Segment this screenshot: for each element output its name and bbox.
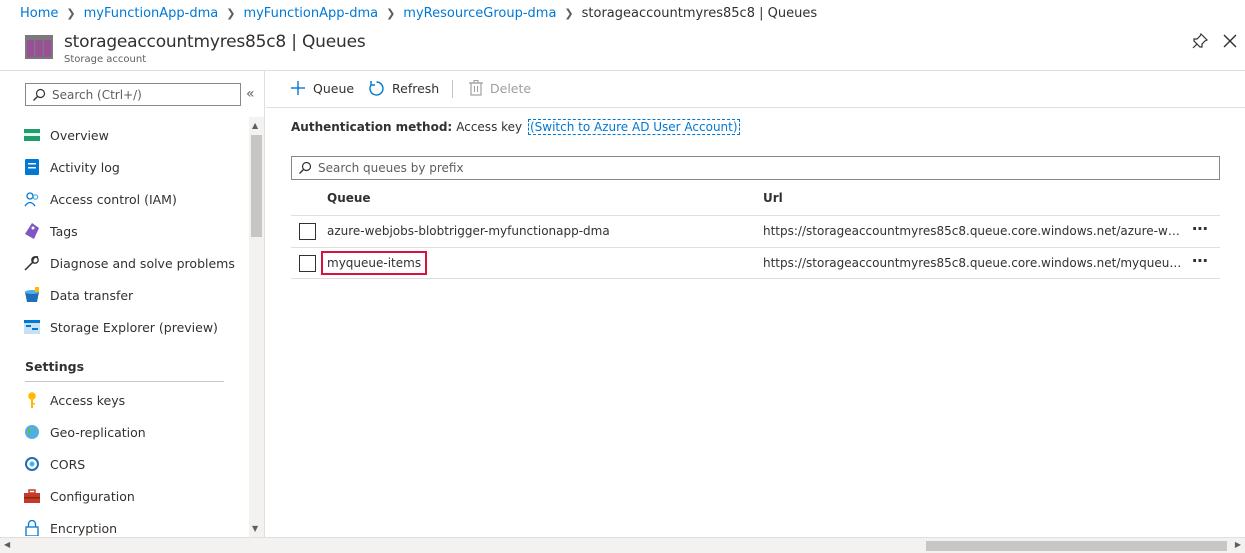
divider	[25, 381, 224, 382]
sidebar-item-label: Storage Explorer (preview)	[50, 319, 218, 335]
sidebar-item-label: Access keys	[50, 392, 126, 408]
breadcrumb-current: storageaccountmyres85c8 | Queues	[581, 5, 818, 21]
sidebar-item-cors[interactable]: CORS	[0, 449, 246, 479]
sidebar-item-access-keys[interactable]: Access keys	[0, 385, 246, 415]
sidebar-item-label: Geo-replication	[50, 424, 146, 440]
table-row[interactable]: myqueue-items https://storageaccountmyre…	[291, 247, 1220, 279]
queue-search[interactable]	[291, 156, 1220, 180]
storage-account-icon	[25, 35, 53, 59]
wrench-icon	[24, 255, 40, 271]
sidebar-item-label: Configuration	[50, 488, 135, 504]
breadcrumb: Home ❯ myFunctionApp-dma ❯ myFunctionApp…	[0, 0, 1245, 26]
breadcrumb-function-app[interactable]: myFunctionApp-dma	[84, 6, 219, 21]
scroll-down-icon[interactable]: ▼	[252, 524, 258, 533]
search-icon	[33, 88, 46, 101]
add-queue-button[interactable]: Queue	[290, 80, 354, 96]
auth-method-value: Access key	[456, 120, 523, 134]
row-checkbox[interactable]	[299, 223, 316, 240]
sidebar-item-label: Activity log	[50, 159, 120, 175]
queue-url: https://storageaccountmyres85c8.queue.co…	[763, 256, 1187, 270]
refresh-label: Refresh	[392, 81, 440, 96]
breadcrumb-home[interactable]: Home	[20, 6, 58, 21]
lock-icon	[24, 520, 40, 536]
sidebar-item-label: Data transfer	[50, 287, 134, 303]
sidebar-item-activity-log[interactable]: Activity log	[0, 152, 246, 182]
add-queue-label: Queue	[313, 80, 355, 96]
sidebar-item-encryption[interactable]: Encryption	[0, 513, 246, 537]
sidebar-item-label: Tags	[50, 223, 78, 239]
page-subtitle: Storage account	[64, 54, 147, 65]
refresh-icon	[369, 81, 384, 96]
pin-icon[interactable]	[1191, 32, 1209, 50]
auth-method: Authentication method: Access key (Switch…	[291, 119, 740, 135]
refresh-button[interactable]: Refresh	[368, 80, 439, 97]
explorer-icon	[24, 319, 40, 335]
more-options-icon[interactable]: ⋯	[1192, 251, 1209, 270]
globe-icon	[24, 424, 40, 440]
section-settings-heading: Settings	[25, 359, 85, 374]
command-bar: Queue Refresh Delete	[266, 71, 1245, 108]
sidebar-item-configuration[interactable]: Configuration	[0, 481, 246, 511]
scroll-up-icon[interactable]: ▲	[252, 121, 258, 130]
table-row[interactable]: azure-webjobs-blobtrigger-myfunctionapp-…	[291, 215, 1220, 247]
sidebar-item-label: Diagnose and solve problems	[50, 255, 235, 271]
scrollbar-thumb[interactable]	[926, 541, 1227, 551]
breadcrumb-resource-group[interactable]: myResourceGroup-dma	[403, 6, 556, 21]
menu-search[interactable]	[25, 83, 241, 106]
trash-icon	[469, 80, 483, 96]
queue-name-highlighted[interactable]: myqueue-items	[321, 251, 428, 275]
delete-button[interactable]: Delete	[469, 80, 531, 96]
activity-log-icon	[24, 159, 40, 175]
switch-auth-link[interactable]: (Switch to Azure AD User Account)	[527, 119, 740, 135]
row-checkbox[interactable]	[299, 255, 316, 272]
plus-icon	[291, 81, 305, 95]
scrollbar-thumb[interactable]	[251, 135, 262, 237]
auth-method-label: Authentication method:	[291, 120, 453, 134]
horizontal-scrollbar[interactable]: ◀ ▶	[0, 537, 1245, 553]
chevron-right-icon: ❯	[66, 6, 76, 20]
queue-name[interactable]: azure-webjobs-blobtrigger-myfunctionapp-…	[327, 224, 610, 238]
tag-icon	[24, 223, 40, 239]
key-icon	[24, 392, 40, 408]
sidebar-item-geo-replication[interactable]: Geo-replication	[0, 417, 246, 447]
queue-search-input[interactable]	[318, 161, 1198, 175]
scroll-left-icon[interactable]: ◀	[4, 540, 10, 549]
menu-scrollbar[interactable]: ▲ ▼	[249, 117, 264, 537]
queue-url: https://storageaccountmyres85c8.queue.co…	[763, 224, 1187, 238]
sidebar-item-label: Access control (IAM)	[50, 191, 177, 207]
search-icon	[299, 161, 312, 174]
sidebar-item-label: Overview	[50, 127, 109, 143]
overview-icon	[24, 127, 40, 143]
queues-pane: Queue Refresh Delete Authentication meth…	[266, 71, 1245, 537]
page-title: storageaccountmyres85c8 | Queues	[64, 32, 366, 52]
chevron-right-icon: ❯	[564, 6, 574, 20]
sidebar-item-access-control[interactable]: Access control (IAM)	[0, 184, 246, 214]
toolbar-divider	[452, 80, 453, 98]
delete-label: Delete	[490, 80, 532, 96]
close-icon[interactable]	[1221, 32, 1239, 50]
sidebar-item-storage-explorer[interactable]: Storage Explorer (preview)	[0, 312, 246, 342]
sidebar-item-data-transfer[interactable]: Data transfer	[0, 280, 246, 310]
menu-search-input[interactable]	[52, 87, 232, 102]
scroll-right-icon[interactable]: ▶	[1235, 540, 1241, 549]
chevron-right-icon: ❯	[226, 6, 236, 20]
sidebar-item-overview[interactable]: Overview	[0, 120, 246, 150]
cors-icon	[24, 456, 40, 472]
collapse-menu-icon[interactable]: «	[246, 86, 255, 102]
bucket-icon	[24, 287, 40, 303]
column-header-queue[interactable]: Queue	[327, 191, 371, 205]
sidebar-item-diagnose[interactable]: Diagnose and solve problems	[0, 248, 246, 278]
toolbox-icon	[24, 488, 40, 504]
breadcrumb-function-app-2[interactable]: myFunctionApp-dma	[243, 6, 378, 21]
more-options-icon[interactable]: ⋯	[1192, 219, 1209, 238]
sidebar-item-label: Encryption	[50, 520, 118, 536]
resource-menu: « Overview Activity log Access control (…	[0, 71, 265, 537]
sidebar-item-label: CORS	[50, 456, 86, 472]
column-header-url[interactable]: Url	[763, 191, 783, 205]
chevron-right-icon: ❯	[386, 6, 396, 20]
blade-header: storageaccountmyres85c8 | Queues Storage…	[0, 26, 1245, 71]
people-icon	[24, 191, 40, 207]
sidebar-item-tags[interactable]: Tags	[0, 216, 246, 246]
